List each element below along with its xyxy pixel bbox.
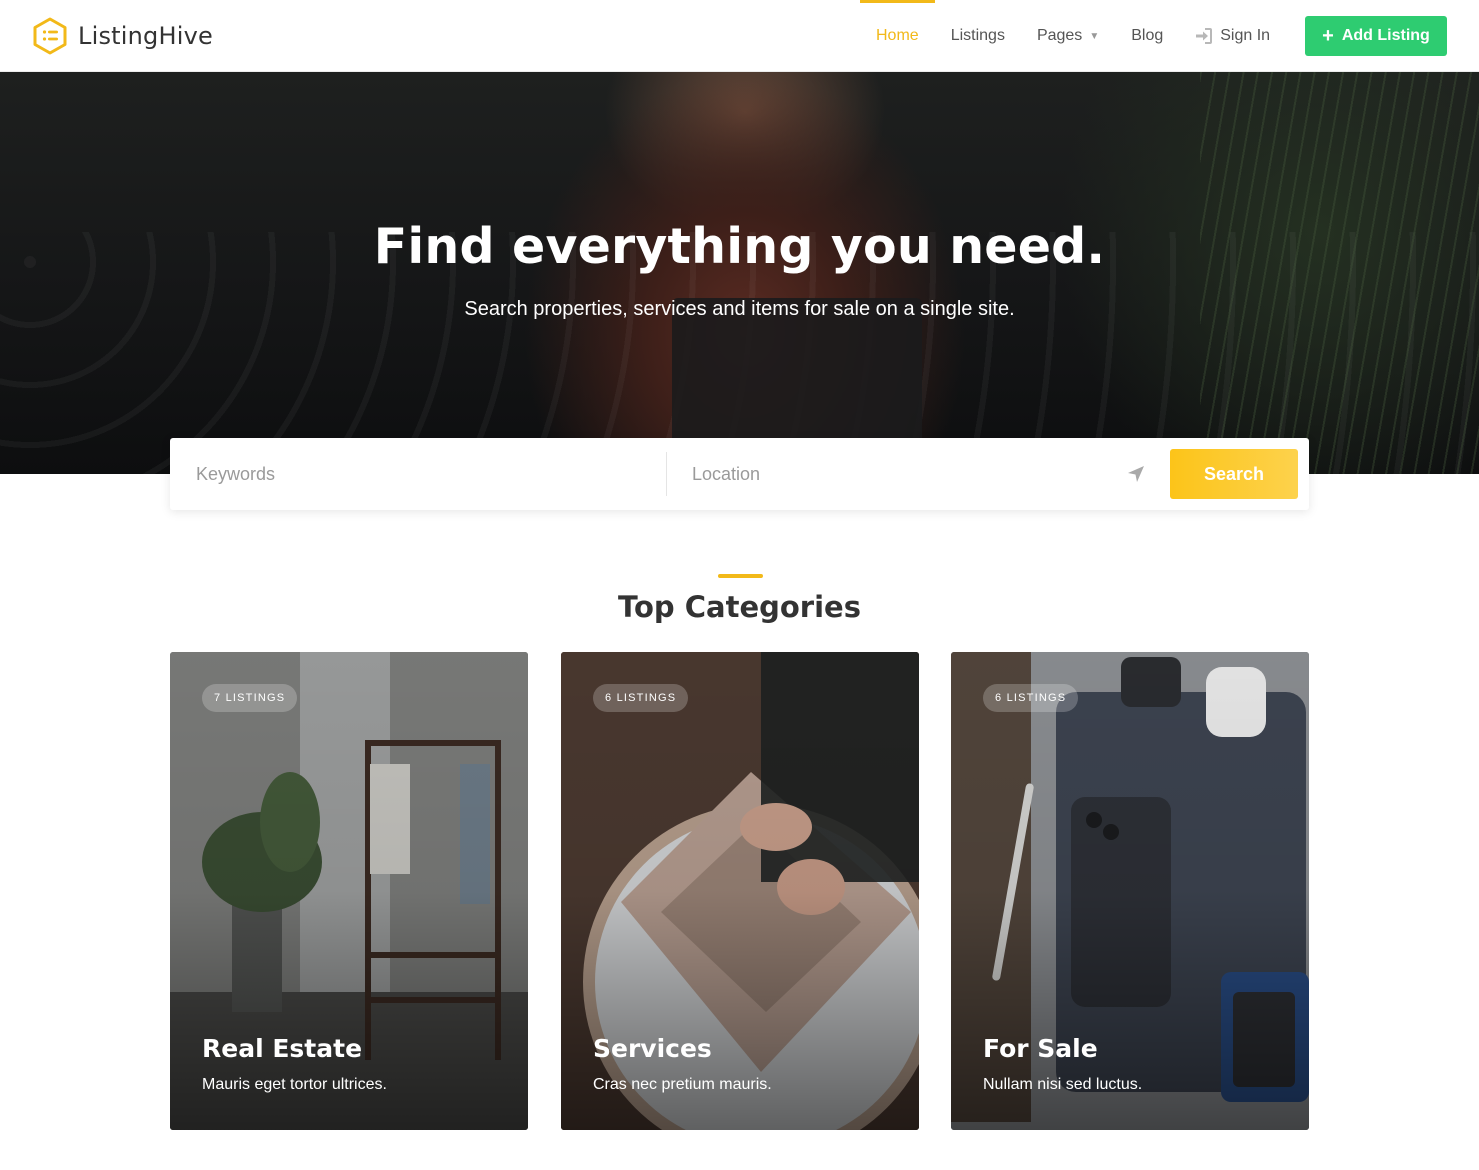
hero-subtitle: Search properties, services and items fo… bbox=[464, 298, 1015, 320]
main-nav: Home Listings Pages ▼ Blog Sign In bbox=[860, 0, 1286, 72]
keywords-input[interactable] bbox=[196, 450, 656, 498]
nav-item-home[interactable]: Home bbox=[860, 0, 935, 72]
add-listing-button[interactable]: + Add Listing bbox=[1305, 16, 1447, 56]
section-title: Top Categories bbox=[618, 590, 861, 624]
card-title: Services bbox=[593, 1034, 712, 1063]
hexagon-list-icon bbox=[33, 17, 67, 55]
card-description: Mauris eget tortor ultrices. bbox=[202, 1076, 387, 1093]
sign-in-link[interactable]: Sign In bbox=[1179, 0, 1286, 72]
listings-badge: 6 LISTINGS bbox=[983, 684, 1079, 712]
site-header: ListingHive Home Listings Pages ▼ Blog S… bbox=[0, 0, 1479, 72]
nav-item-label: Listings bbox=[950, 27, 1005, 44]
card-title: For Sale bbox=[983, 1034, 1098, 1063]
nav-item-label: Blog bbox=[1131, 27, 1164, 44]
nav-item-label: Pages bbox=[1036, 27, 1083, 44]
listings-badge: 6 LISTINGS bbox=[593, 684, 689, 712]
brand-name: ListingHive bbox=[78, 22, 213, 50]
section-accent-bar bbox=[718, 574, 763, 578]
category-card-services[interactable]: 6 LISTINGS Services Cras nec pretium mau… bbox=[561, 652, 919, 1130]
hero-title: Find everything you need. bbox=[373, 218, 1106, 275]
hero-banner: Find everything you need. Search propert… bbox=[0, 72, 1479, 474]
nav-item-blog[interactable]: Blog bbox=[1115, 0, 1179, 72]
nav-item-listings[interactable]: Listings bbox=[935, 0, 1021, 72]
location-input[interactable] bbox=[692, 450, 1112, 498]
location-arrow-icon[interactable] bbox=[1126, 464, 1146, 484]
add-listing-label: Add Listing bbox=[1341, 27, 1430, 44]
search-bar: Search bbox=[170, 438, 1309, 510]
card-description: Nullam nisi sed luctus. bbox=[983, 1076, 1143, 1093]
search-button[interactable]: Search bbox=[1170, 449, 1298, 499]
chevron-down-icon: ▼ bbox=[1089, 30, 1100, 42]
sign-in-label: Sign In bbox=[1220, 27, 1271, 44]
nav-item-pages[interactable]: Pages ▼ bbox=[1021, 0, 1115, 72]
category-card-for-sale[interactable]: 6 LISTINGS For Sale Nullam nisi sed luct… bbox=[951, 652, 1309, 1130]
search-divider bbox=[666, 452, 667, 496]
logo[interactable]: ListingHive bbox=[32, 17, 213, 55]
listings-badge: 7 LISTINGS bbox=[202, 684, 298, 712]
card-description: Cras nec pretium mauris. bbox=[593, 1076, 772, 1093]
sign-in-icon bbox=[1196, 28, 1213, 44]
card-title: Real Estate bbox=[202, 1034, 363, 1063]
plus-icon: + bbox=[1322, 25, 1334, 47]
category-card-real-estate[interactable]: 7 LISTINGS Real Estate Mauris eget torto… bbox=[170, 652, 528, 1130]
nav-item-label: Home bbox=[876, 27, 919, 44]
